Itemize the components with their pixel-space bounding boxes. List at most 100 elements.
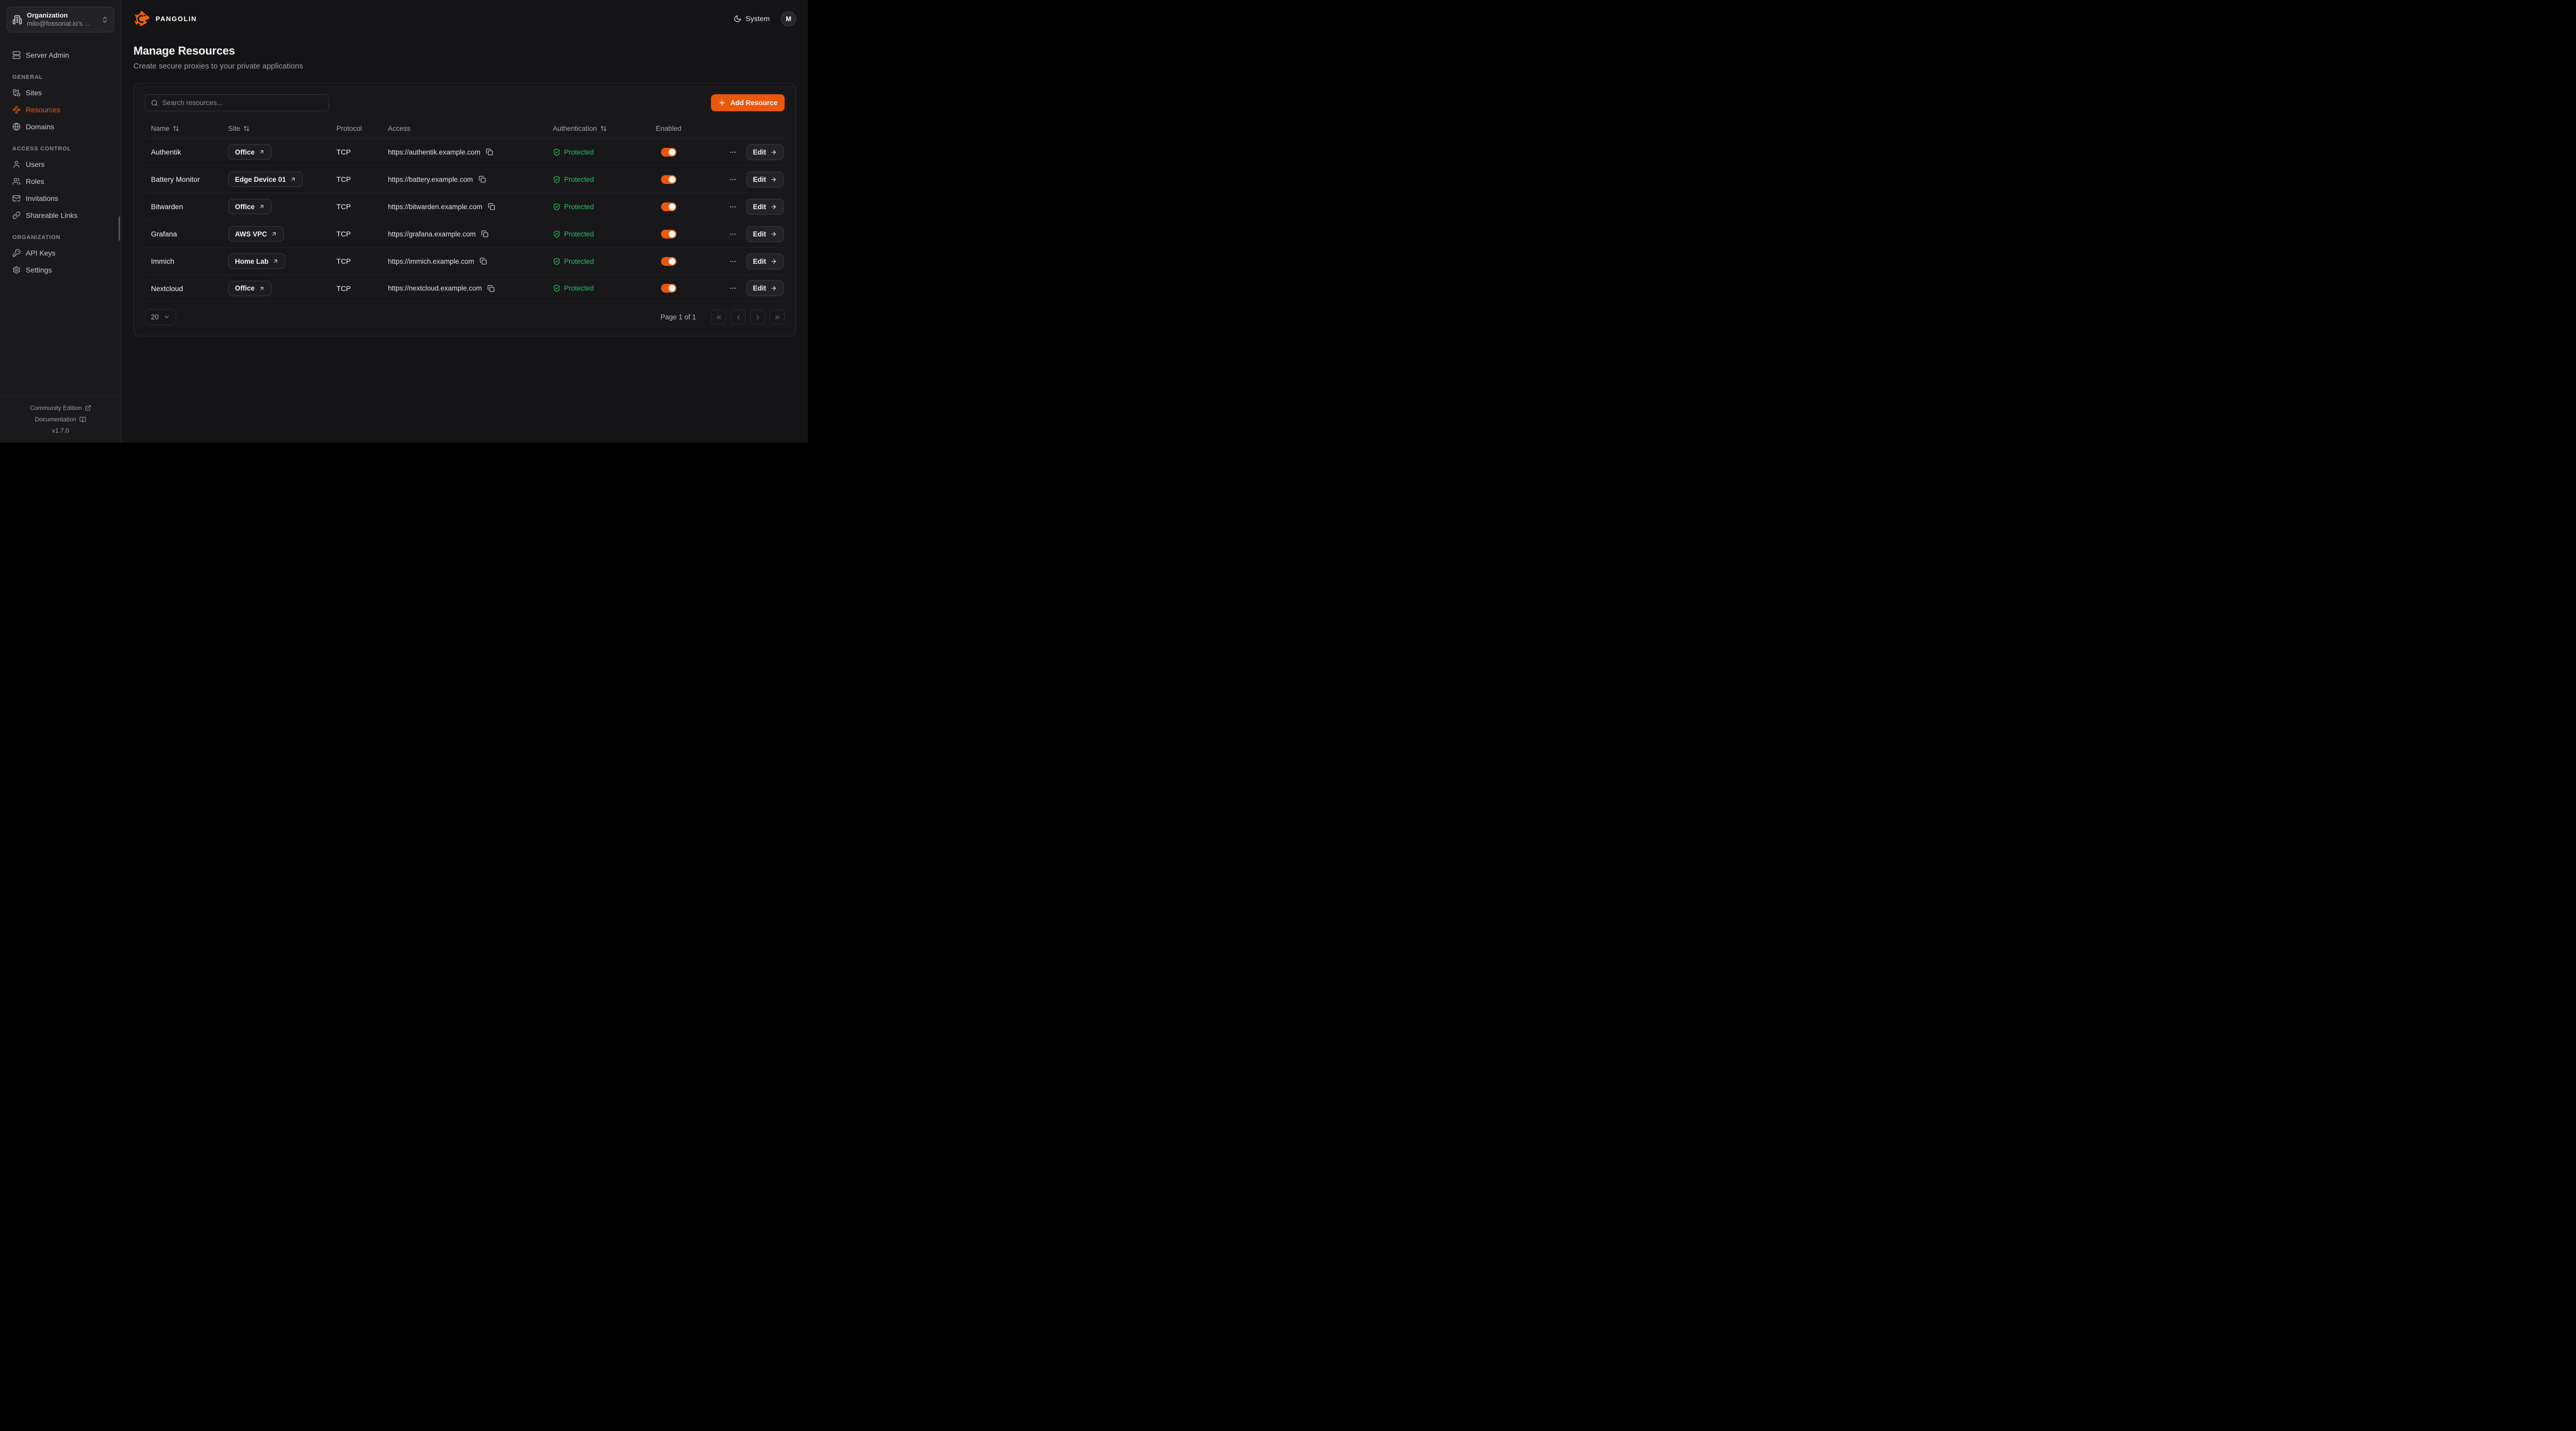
- edit-button[interactable]: Edit: [747, 144, 784, 160]
- protocol-cell: TCP: [330, 230, 382, 238]
- next-page-button[interactable]: [750, 310, 765, 325]
- auth-status-badge: Protected: [547, 203, 650, 211]
- org-selector[interactable]: Organization milo@fossorial.io's ...: [7, 7, 114, 32]
- edit-button[interactable]: Edit: [747, 253, 784, 269]
- site-link-button[interactable]: Home Lab: [228, 253, 285, 269]
- arrow-up-right-icon: [259, 285, 265, 292]
- copy-icon[interactable]: [487, 202, 496, 211]
- access-cell: https://immich.example.com: [382, 257, 547, 266]
- resource-name-cell: Battery Monitor: [145, 175, 222, 183]
- protocol-cell: TCP: [330, 202, 382, 211]
- edit-button[interactable]: Edit: [747, 226, 784, 242]
- auth-status-badge: Protected: [547, 176, 650, 183]
- column-header-authentication[interactable]: Authentication: [547, 119, 650, 138]
- enabled-toggle[interactable]: [661, 257, 676, 266]
- community-edition-link[interactable]: Community Edition: [5, 402, 116, 414]
- site-link-button[interactable]: AWS VPC: [228, 226, 284, 242]
- page-size-select[interactable]: 20: [145, 309, 176, 325]
- shield-check-icon: [553, 148, 561, 156]
- page-header: Manage Resources Create secure proxies t…: [122, 37, 808, 71]
- site-link-button[interactable]: Edge Device 01: [228, 172, 303, 187]
- row-menu-button[interactable]: [728, 202, 738, 212]
- access-cell: https://nextcloud.example.com: [382, 284, 547, 293]
- sort-icon[interactable]: [173, 125, 179, 132]
- arrow-right-icon: [770, 203, 777, 210]
- edit-button[interactable]: Edit: [747, 172, 784, 188]
- pangolin-logo: PANGOLIN: [133, 10, 197, 27]
- copy-icon[interactable]: [478, 175, 487, 184]
- documentation-link[interactable]: Documentation: [5, 414, 116, 425]
- sidebar-item-roles[interactable]: Roles: [7, 173, 114, 190]
- enabled-toggle[interactable]: [661, 148, 676, 157]
- enabled-toggle[interactable]: [661, 202, 676, 211]
- access-url: https://immich.example.com: [388, 258, 474, 265]
- edit-button[interactable]: Edit: [747, 199, 784, 215]
- copy-icon[interactable]: [479, 257, 488, 266]
- sidebar-item-api-keys[interactable]: API Keys: [7, 244, 114, 261]
- row-menu-button[interactable]: [728, 175, 738, 184]
- previous-page-button[interactable]: [731, 310, 745, 325]
- enabled-toggle[interactable]: [661, 284, 676, 293]
- sidebar-item-sites[interactable]: Sites: [7, 84, 114, 101]
- row-menu-button[interactable]: [728, 229, 738, 239]
- copy-icon[interactable]: [485, 147, 494, 157]
- sidebar-item-server-admin[interactable]: Server Admin: [7, 46, 114, 63]
- key-icon: [12, 249, 21, 257]
- chevron-down-icon: [163, 314, 170, 320]
- access-cell: https://battery.example.com: [382, 175, 547, 184]
- search-box: [145, 94, 329, 111]
- auth-status-badge: Protected: [547, 258, 650, 265]
- auth-status-badge: Protected: [547, 148, 650, 156]
- sort-icon[interactable]: [600, 125, 607, 132]
- chevrons-left-icon: [715, 314, 722, 321]
- sidebar-item-settings[interactable]: Settings: [7, 261, 114, 278]
- first-page-button[interactable]: [711, 310, 726, 325]
- last-page-button[interactable]: [770, 310, 785, 325]
- org-selector-value: milo@fossorial.io's ...: [27, 20, 96, 28]
- search-input[interactable]: [162, 99, 323, 107]
- shield-check-icon: [553, 203, 561, 211]
- column-header-site[interactable]: Site: [222, 119, 330, 138]
- shield-check-icon: [553, 176, 561, 183]
- site-link-button[interactable]: Office: [228, 281, 272, 296]
- access-url: https://bitwarden.example.com: [388, 203, 482, 211]
- protocol-cell: TCP: [330, 175, 382, 183]
- arrow-right-icon: [770, 231, 777, 237]
- copy-icon[interactable]: [480, 229, 489, 238]
- user-avatar[interactable]: M: [781, 11, 796, 26]
- arrow-up-right-icon: [273, 258, 279, 264]
- sidebar-item-invitations[interactable]: Invitations: [7, 190, 114, 207]
- site-link-button[interactable]: Office: [228, 144, 272, 160]
- enabled-toggle[interactable]: [661, 230, 676, 238]
- add-resource-button[interactable]: Add Resource: [711, 94, 785, 111]
- access-url: https://authentik.example.com: [388, 148, 480, 156]
- sidebar-item-domains[interactable]: Domains: [7, 118, 114, 135]
- plus-icon: [718, 99, 726, 107]
- sidebar-scrollbar[interactable]: [118, 216, 120, 241]
- row-menu-button[interactable]: [728, 257, 738, 266]
- row-menu-button[interactable]: [728, 147, 738, 157]
- search-icon: [151, 99, 158, 107]
- table-row: Immich Home Lab TCP https://immich.examp…: [145, 247, 785, 275]
- access-url: https://nextcloud.example.com: [388, 284, 482, 292]
- column-header-name[interactable]: Name: [145, 119, 222, 138]
- sort-icon[interactable]: [243, 125, 250, 132]
- site-link-button[interactable]: Office: [228, 199, 272, 214]
- row-menu-button[interactable]: [728, 283, 738, 293]
- sidebar-item-shareable-links[interactable]: Shareable Links: [7, 207, 114, 224]
- user-icon: [12, 160, 21, 168]
- edit-button[interactable]: Edit: [747, 280, 784, 296]
- enabled-toggle[interactable]: [661, 175, 676, 184]
- protocol-cell: TCP: [330, 284, 382, 293]
- sidebar-footer: Community Edition Documentation v1.7.0: [0, 396, 121, 442]
- arrow-right-icon: [770, 285, 777, 292]
- copy-icon[interactable]: [486, 284, 496, 293]
- nav-section-general: GENERAL: [12, 74, 109, 80]
- pagination-bar: 20 Page 1 of 1: [145, 309, 785, 325]
- theme-selector[interactable]: System: [734, 14, 770, 23]
- arrow-up-right-icon: [290, 176, 296, 182]
- sidebar-item-resources[interactable]: Resources: [7, 101, 114, 118]
- page-title: Manage Resources: [133, 44, 796, 58]
- sidebar-item-users[interactable]: Users: [7, 156, 114, 173]
- shield-check-icon: [553, 230, 561, 238]
